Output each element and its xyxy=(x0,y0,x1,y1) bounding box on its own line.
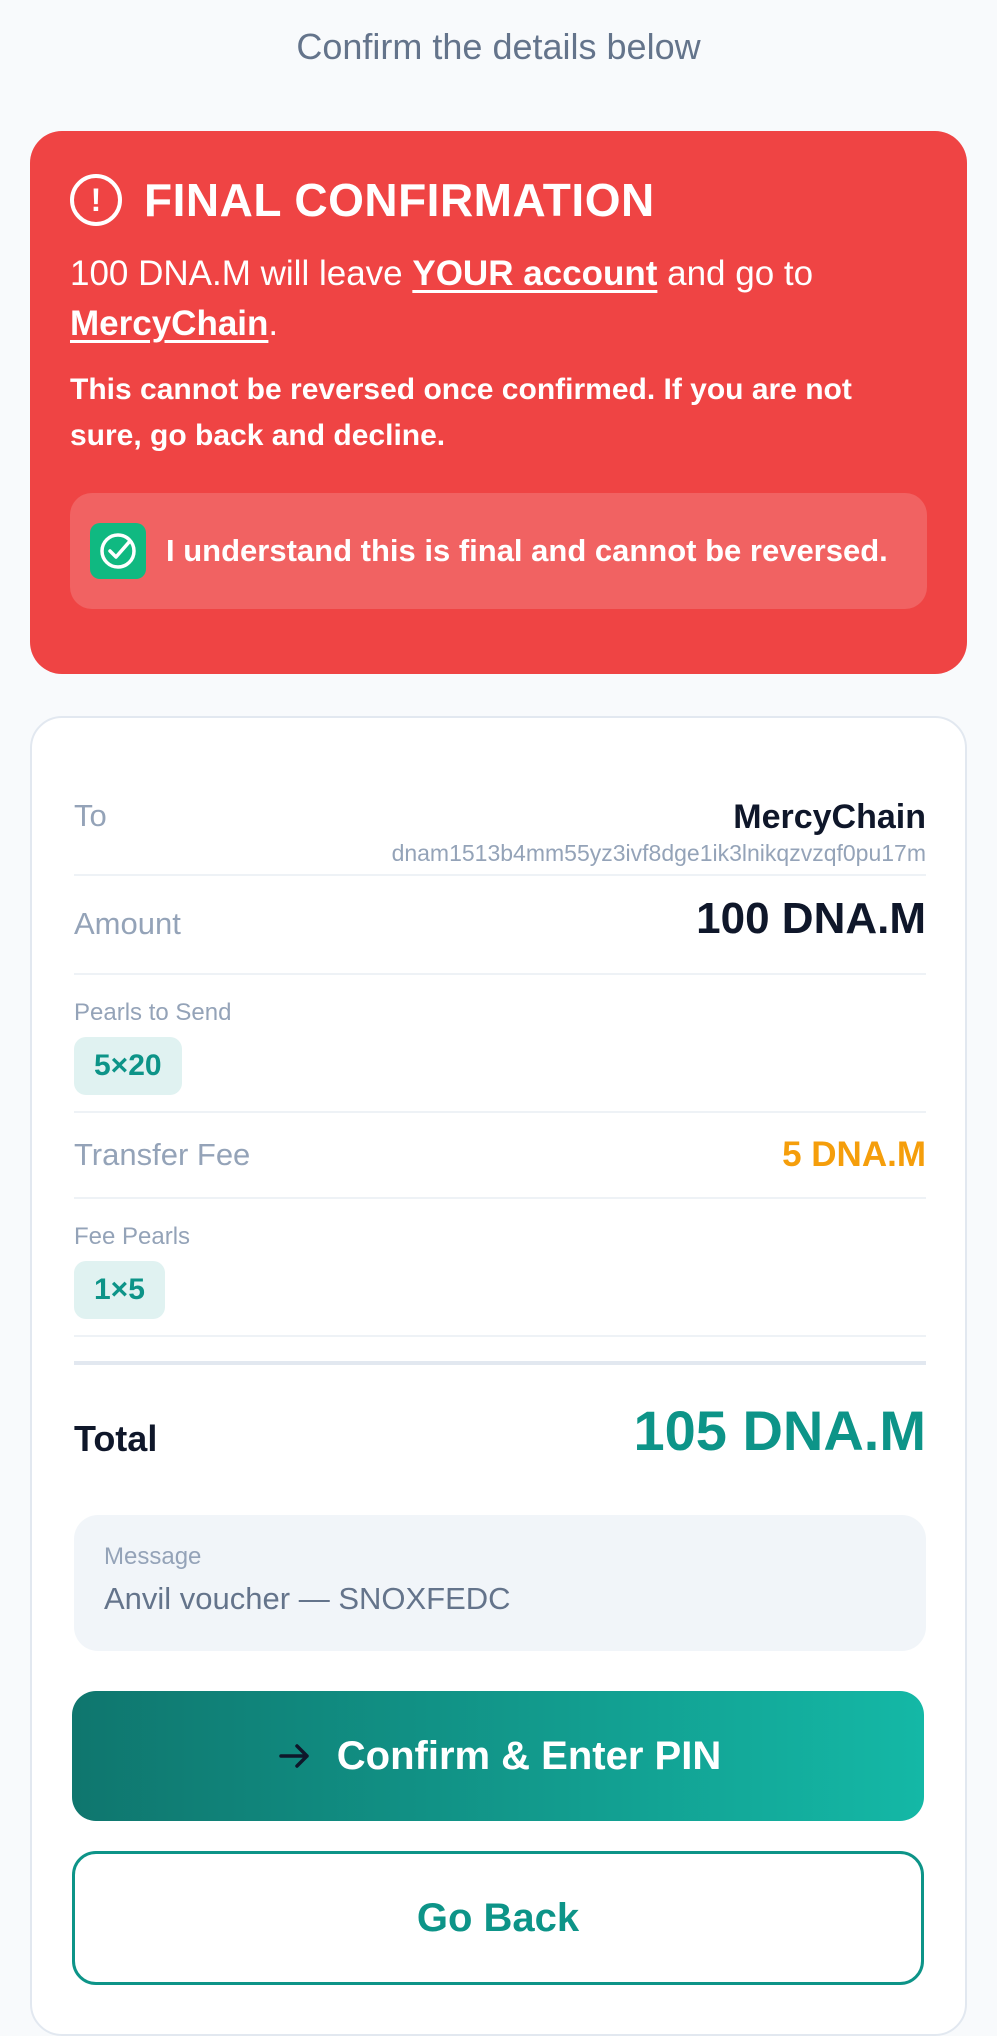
final-confirmation-panel: ! FINAL CONFIRMATION 100 DNA.M will leav… xyxy=(30,131,967,674)
acknowledge-checkbox[interactable] xyxy=(90,523,146,579)
arrow-right-icon xyxy=(279,1744,309,1768)
message-label: Message xyxy=(104,1543,202,1570)
warning-note: This cannot be reversed once confirmed. … xyxy=(70,373,852,452)
transfer-details-card: To MercyChain dnam1513b4mm55yz3ivf8dge1i… xyxy=(30,716,967,2036)
confirm-button-label: Confirm & Enter PIN xyxy=(336,1733,722,1778)
warning-header: ! FINAL CONFIRMATION xyxy=(70,173,927,227)
summary-end: . xyxy=(268,304,279,343)
check-circle-icon xyxy=(100,533,136,569)
total-divider xyxy=(74,1361,926,1365)
go-back-button-label: Go Back xyxy=(416,1895,580,1940)
pearls-label: Pearls to Send xyxy=(74,999,232,1026)
recipient-name: MercyChain xyxy=(733,798,926,836)
alert-icon: ! xyxy=(70,174,122,226)
fee-value: 5 DNA.M xyxy=(782,1135,926,1174)
amount-label: Amount xyxy=(74,906,181,941)
to-label: To xyxy=(74,798,107,833)
summary-pre: 100 DNA.M will leave xyxy=(70,254,413,293)
total-label: Total xyxy=(74,1418,158,1459)
message-box: Message Anvil voucher — SNOXFEDC xyxy=(74,1515,926,1651)
fee-pearls-row: Fee Pearls 1×5 xyxy=(74,1199,926,1337)
fee-label: Transfer Fee xyxy=(74,1137,251,1172)
summary-account: YOUR account xyxy=(412,254,658,293)
to-row: To MercyChain dnam1513b4mm55yz3ivf8dge1i… xyxy=(74,768,926,876)
fee-pearls-chip: 1×5 xyxy=(74,1261,165,1319)
go-back-button[interactable]: Go Back xyxy=(72,1851,924,1985)
fee-row: Transfer Fee 5 DNA.M xyxy=(74,1113,926,1199)
amount-value: 100 DNA.M xyxy=(696,894,926,943)
acknowledge-label: I understand this is final and cannot be… xyxy=(166,533,888,568)
amount-row: Amount 100 DNA.M xyxy=(74,876,926,975)
warning-title: FINAL CONFIRMATION xyxy=(144,174,655,226)
recipient-address: dnam1513b4mm55yz3ivf8dge1ik3lnikqzvzqf0p… xyxy=(391,840,926,866)
warning-summary: 100 DNA.M will leave YOUR account and go… xyxy=(70,249,927,349)
pearls-chip: 5×20 xyxy=(74,1037,182,1095)
fee-pearls-label: Fee Pearls xyxy=(74,1223,191,1250)
page-subtitle: Confirm the details below xyxy=(296,26,701,67)
confirm-enter-pin-button[interactable]: Confirm & Enter PIN xyxy=(72,1691,924,1821)
acknowledge-checkbox-row[interactable]: I understand this is final and cannot be… xyxy=(70,493,927,609)
pearls-row: Pearls to Send 5×20 xyxy=(74,975,926,1113)
total-row: Total 105 DNA.M xyxy=(74,1378,926,1498)
message-value: Anvil voucher — SNOXFEDC xyxy=(104,1581,511,1616)
summary-mid: and go to xyxy=(657,254,814,293)
total-value: 105 DNA.M xyxy=(633,1399,926,1462)
summary-recipient: MercyChain xyxy=(70,304,269,343)
